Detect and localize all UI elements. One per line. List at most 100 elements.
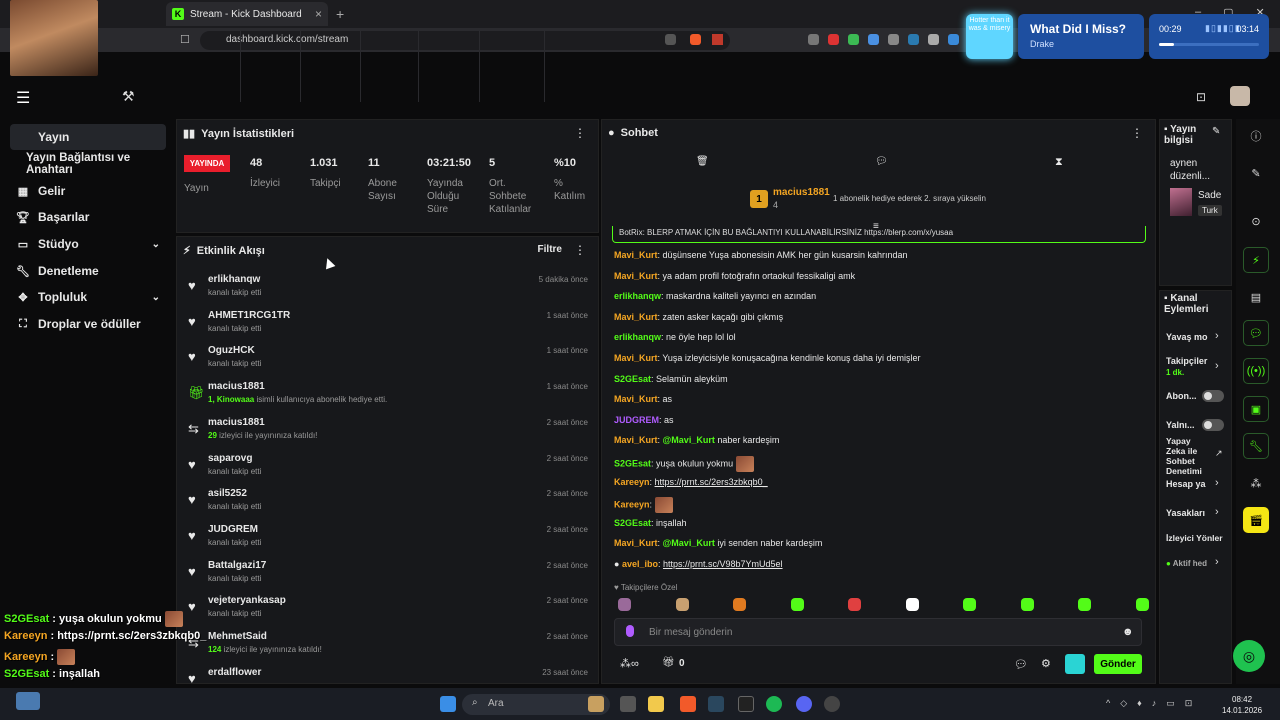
sidebar-item-studyo[interactable]: ▭ Stüdyo ⌄ — [10, 231, 166, 257]
activity-item[interactable]: ♥ Battalgazi17 kanalı takip etti 2 saat önc… — [186, 560, 590, 594]
support-icon[interactable]: ◎ — [1233, 640, 1265, 672]
kick-bot-icon[interactable] — [1065, 654, 1085, 674]
emote-icon[interactable] — [1135, 598, 1149, 611]
activity-user[interactable]: saparovg — [208, 453, 252, 464]
emote-icon[interactable] — [963, 598, 976, 611]
chat-username[interactable]: erlikhanqw — [614, 332, 661, 342]
sidebar-item-basarilar[interactable]: 🏆︎ Başarılar — [10, 204, 166, 230]
chat-bubble-icon[interactable]: 💬︎ — [875, 156, 888, 167]
browser-tab[interactable]: K Stream - Kick Dashboard × — [166, 2, 328, 26]
activity-item[interactable]: ♥ vejeteryankasap kanalı takip etti 2 saat … — [186, 595, 590, 629]
layout-icon[interactable]: ▣ — [1243, 396, 1269, 422]
chat-icon[interactable]: 💬︎ — [1243, 320, 1269, 346]
sidebar-item-stream-key[interactable]: Yayın Bağlantısı ve Anahtarı — [10, 151, 166, 177]
ai-moderation-label[interactable]: Yapay Zeka ile Sohbet Denetimi — [1166, 436, 1210, 476]
obs-icon[interactable] — [824, 696, 840, 712]
extension-icon[interactable] — [888, 34, 899, 45]
studio-icon[interactable]: ⊡ — [1196, 90, 1206, 104]
activity-item[interactable]: 🎁︎ macius1881 1, Kinowaaa isimli kullanıcı… — [186, 381, 590, 415]
channel-points-icon[interactable]: ⁂∞ — [620, 657, 639, 670]
activity-user[interactable]: macius1881 — [208, 381, 265, 392]
chat-username[interactable]: Mavi_Kurt — [614, 353, 658, 363]
menu-icon[interactable]: ☰ — [16, 88, 30, 108]
activity-item[interactable]: ♥ saparovg kanalı takip etti 2 saat önce — [186, 453, 590, 487]
url-field[interactable]: dashboard.kick.com/stream — [200, 31, 730, 50]
chat-username[interactable]: Mavi_Kurt — [614, 312, 658, 322]
edit-icon[interactable]: ✎ — [1243, 160, 1269, 186]
activity-user[interactable]: vejeteryankasap — [208, 595, 286, 606]
filter-button[interactable]: Filtre — [538, 244, 562, 255]
mic-icon[interactable] — [626, 625, 634, 637]
emote-icon[interactable] — [675, 598, 689, 611]
followers-mode-label[interactable]: Takipçiler — [1166, 356, 1207, 367]
activity-user[interactable]: JUDGREM — [208, 524, 258, 535]
bookmark-icon[interactable]: ☐ — [180, 33, 190, 46]
emote-icon[interactable] — [848, 598, 861, 611]
activity-user[interactable]: erlikhanqw — [208, 274, 260, 285]
chat-username[interactable]: JUDGREM — [614, 415, 659, 425]
chat-settings-icon[interactable]: 💬︎ — [1014, 658, 1028, 671]
chevron-right-icon[interactable]: › — [1215, 477, 1219, 489]
chat-input[interactable]: Bir mesaj gönderin — [614, 618, 1142, 646]
notes-icon[interactable]: ▤ — [1243, 284, 1269, 310]
taskview-icon[interactable] — [620, 696, 636, 712]
chat-username[interactable]: erlikhanqw — [614, 291, 661, 301]
account-age-label[interactable]: Hesap ya — [1166, 479, 1206, 490]
chat-link[interactable]: https://prnt.sc/V98b7YmUd5el — [663, 559, 783, 569]
wrench-icon[interactable]: 🔧︎ — [1243, 433, 1269, 459]
activity-user[interactable]: MehmetSaid — [208, 631, 267, 642]
chat-username[interactable]: S2GEsat — [614, 458, 651, 468]
hourglass-icon[interactable]: ⧗ — [1055, 156, 1063, 169]
more-options-icon[interactable]: ⋮ — [574, 126, 586, 140]
sidebar-item-droplar[interactable]: ⛶ Droplar ve ödüller — [10, 311, 166, 337]
activity-user[interactable]: erdalflower — [208, 667, 261, 678]
chat-username[interactable]: Mavi_Kurt — [614, 271, 658, 281]
activity-user[interactable]: AHMET1RCG1TR — [208, 310, 290, 321]
viewer-management-label[interactable]: İzleyici Yönler — [1166, 533, 1223, 544]
hammer-icon[interactable]: ⚒ — [122, 88, 135, 105]
activity-user[interactable]: macius1881 — [208, 417, 265, 428]
activity-item[interactable]: ♥ JUDGREM kanalı takip etti 2 saat önce — [186, 524, 590, 558]
chat-username[interactable]: Mavi_Kurt — [614, 250, 658, 260]
scroll-up-icon[interactable]: ≡ — [873, 221, 879, 232]
emoji-icon[interactable]: ☻ — [1122, 626, 1134, 638]
chevron-right-icon[interactable]: › — [1215, 556, 1219, 568]
activity-item[interactable]: ♥ asil5252 kanalı takip etti 2 saat önce — [186, 488, 590, 522]
extension-icon[interactable] — [828, 34, 839, 45]
chevron-right-icon[interactable]: › — [1215, 360, 1219, 372]
chevron-right-icon[interactable]: › — [1215, 330, 1219, 342]
activity-user[interactable]: OguzHCK — [208, 345, 255, 356]
info-icon[interactable]: ⓘ — [1243, 123, 1269, 149]
external-link-icon[interactable]: ↗ — [1215, 448, 1223, 459]
drive-icon[interactable] — [848, 34, 859, 45]
lightning-icon[interactable]: ⚡︎ — [1243, 247, 1269, 273]
slow-mode-label[interactable]: Yavaş mo — [1166, 332, 1208, 343]
gear-icon[interactable]: ⚙ — [1041, 657, 1051, 670]
activity-item[interactable]: ⇆ MehmetSaid 124 izleyici ile yayınınıza k… — [186, 631, 590, 665]
start-icon[interactable] — [440, 696, 456, 712]
activity-item[interactable]: ♥ AHMET1RCG1TR kanalı takip etti 1 saat önc… — [186, 310, 590, 344]
sidebar-item-denetleme[interactable]: 🔧︎ Denetleme — [10, 258, 166, 284]
more-options-icon[interactable]: ⋮ — [1131, 126, 1143, 140]
edit-icon[interactable]: ✎ — [1212, 126, 1220, 137]
emote-only-toggle[interactable] — [1202, 419, 1224, 431]
activity-user[interactable]: asil5252 — [208, 488, 247, 499]
user-avatar[interactable] — [1230, 86, 1250, 106]
brave-shield-icon[interactable] — [690, 34, 701, 45]
mention[interactable]: @Mavi_Kurt — [663, 538, 715, 548]
taskbar-clock[interactable]: 08:42 14.01.2026 — [1222, 694, 1262, 716]
camera-icon[interactable]: ⊙ — [1243, 208, 1269, 234]
banned-users-label[interactable]: Yasakları — [1166, 508, 1205, 519]
epic-icon[interactable] — [738, 696, 754, 712]
chat-username[interactable]: Mavi_Kurt — [614, 435, 658, 445]
activity-item[interactable]: ⇆ macius1881 29 izleyici ile yayınınıza ka… — [186, 417, 590, 451]
discord-icon[interactable] — [796, 696, 812, 712]
extension-icon[interactable] — [868, 34, 879, 45]
subscribers-toggle[interactable] — [1202, 390, 1224, 402]
tray-icons[interactable]: ^◇♦♪▭⊡ — [1106, 698, 1202, 709]
chevron-right-icon[interactable]: › — [1215, 506, 1219, 518]
emote-icon[interactable] — [733, 598, 746, 611]
send-button[interactable]: Gönder — [1094, 654, 1142, 674]
brave-icon[interactable] — [680, 696, 696, 712]
trash-icon[interactable]: 🗑︎ — [696, 156, 709, 167]
